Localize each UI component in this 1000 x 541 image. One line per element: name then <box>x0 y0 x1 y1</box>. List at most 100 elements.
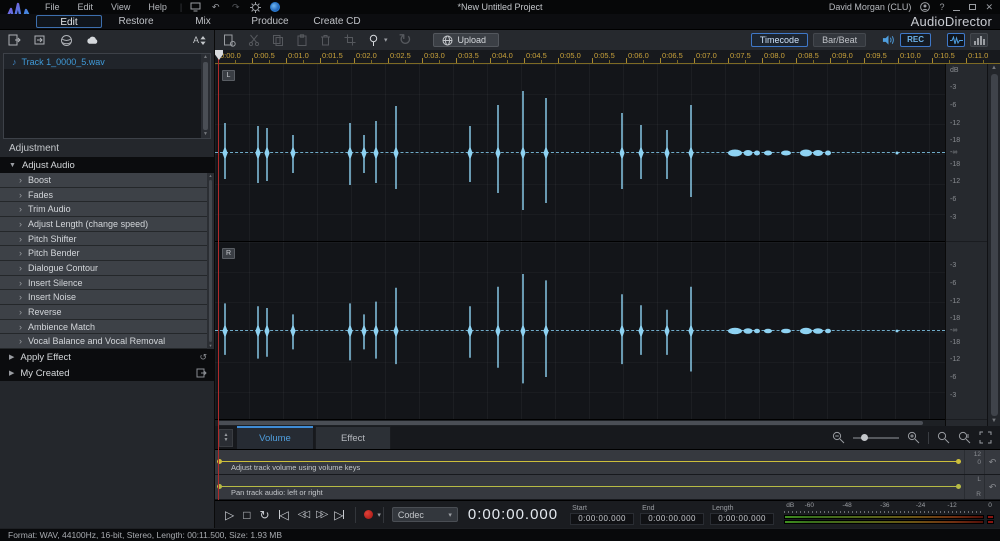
field-value[interactable]: 0:00:00.000 <box>710 513 774 525</box>
horizontal-scrollbar[interactable] <box>215 420 945 426</box>
tab-mix[interactable]: Mix <box>170 15 236 28</box>
import-media-icon[interactable] <box>34 34 47 47</box>
adjust-item-fades[interactable]: ›Fades <box>0 188 214 203</box>
paste-icon[interactable] <box>295 34 308 47</box>
scroll-up-icon[interactable]: ▲ <box>203 54 208 61</box>
zoom-out-icon[interactable] <box>832 431 845 444</box>
preferences-gear-icon[interactable] <box>250 2 261 13</box>
collapse-lanes-button[interactable]: ▲▼ <box>219 429 233 447</box>
cut-icon[interactable] <box>247 34 260 47</box>
adjust-item-insert-noise[interactable]: ›Insert Noise <box>0 290 214 305</box>
restore-button[interactable] <box>969 4 976 10</box>
go-to-start-button[interactable]: ◁ <box>279 509 289 521</box>
adjust-item-dialogue-contour[interactable]: ›Dialogue Contour <box>0 261 214 276</box>
help-button[interactable]: ? <box>939 2 944 12</box>
track-list-item[interactable]: ♪ Track 1_0000_5.wav <box>4 54 201 69</box>
tab-volume[interactable]: Volume <box>237 426 313 449</box>
adjust-item-insert-silence[interactable]: ›Insert Silence <box>0 276 214 291</box>
sort-tracks-icon[interactable]: A <box>193 35 206 45</box>
volume-lane[interactable]: Adjust track volume using volume keys 12… <box>215 450 1000 475</box>
go-to-end-button[interactable]: ▷ <box>334 509 344 521</box>
add-marker-icon[interactable] <box>367 34 380 47</box>
preview-speaker-icon[interactable] <box>882 34 895 47</box>
adjust-item-boost[interactable]: ›Boost <box>0 173 214 188</box>
codec-dropdown[interactable]: Codec ▾ <box>392 507 458 522</box>
field-value[interactable]: 0:00:00.000 <box>640 513 704 525</box>
section-adjust-audio[interactable]: ▼ Adjust Audio <box>0 157 214 173</box>
rewind-button[interactable]: ◁◁ <box>298 510 307 520</box>
zoom-in-icon[interactable] <box>907 431 920 444</box>
zoom-slider[interactable] <box>853 437 899 439</box>
delete-icon[interactable] <box>319 34 332 47</box>
trim-icon[interactable] <box>343 34 356 47</box>
clip-indicators[interactable] <box>987 515 994 525</box>
adjust-list-scrollbar[interactable]: ▲▼ <box>207 173 214 349</box>
minimize-button[interactable] <box>953 10 960 11</box>
pan-keyline[interactable] <box>217 486 961 487</box>
pan-key-end[interactable] <box>956 484 961 489</box>
track-list-scrollbar[interactable]: ▲ ▼ <box>201 54 210 138</box>
scroll-up-icon[interactable]: ▲ <box>991 64 997 73</box>
section-my-created[interactable]: ▶ My Created <box>0 365 214 381</box>
scrollbar-thumb[interactable] <box>203 62 208 130</box>
play-button[interactable]: ▷ <box>225 509 234 521</box>
channel-left[interactable]: L <box>215 64 945 242</box>
timeline-ruler[interactable]: 0:00.00:00.50:01.00:01.50:02.00:02.50:03… <box>215 50 1000 64</box>
record-button[interactable] <box>364 510 373 519</box>
zoom-slider-knob[interactable] <box>861 434 868 441</box>
cloud-icon[interactable] <box>86 34 99 47</box>
scroll-down-icon[interactable]: ▼ <box>203 131 208 138</box>
adjust-item-reverse[interactable]: ›Reverse <box>0 305 214 320</box>
volume-reset-icon[interactable]: ↶ <box>984 450 1000 474</box>
marker-dropdown-caret[interactable]: ▾ <box>384 36 388 44</box>
export-preset-icon[interactable] <box>196 368 207 378</box>
loop-button[interactable]: ↻ <box>259 509 269 521</box>
import-audio-icon[interactable] <box>8 34 21 47</box>
apply-preset-icon[interactable] <box>223 34 236 47</box>
menu-file[interactable]: File <box>36 0 69 14</box>
adjust-item-trim-audio[interactable]: ›Trim Audio <box>0 202 214 217</box>
volume-keyline[interactable] <box>217 461 961 462</box>
upload-button[interactable]: Upload <box>433 33 500 47</box>
tab-create-cd[interactable]: Create CD <box>304 15 370 28</box>
scrollbar-thumb[interactable] <box>218 421 923 425</box>
zoom-fit-icon[interactable] <box>958 431 971 444</box>
fast-forward-button[interactable]: ▷▷ <box>316 510 325 520</box>
spectral-view-button[interactable] <box>970 33 988 47</box>
field-value[interactable]: 0:00:00.000 <box>570 513 634 525</box>
scroll-down-icon[interactable]: ▼ <box>991 417 997 426</box>
rec-button[interactable]: REC <box>900 33 931 47</box>
redo-icon[interactable]: ↷ <box>230 2 241 13</box>
tab-restore[interactable]: Restore <box>103 15 169 28</box>
menu-view[interactable]: View <box>102 0 139 14</box>
convert-channels-icon[interactable]: ↻ <box>399 34 412 47</box>
channel-right[interactable]: R <box>215 242 945 420</box>
record-dropdown-caret[interactable]: ▾ <box>377 511 381 519</box>
adjust-item-pitch-shifter[interactable]: ›Pitch Shifter <box>0 232 214 247</box>
menu-help[interactable]: Help <box>139 0 176 14</box>
adjust-item-vocal-balance-and-vocal-removal[interactable]: ›Vocal Balance and Vocal Removal <box>0 334 214 349</box>
tab-effect[interactable]: Effect <box>315 426 391 449</box>
user-avatar-icon[interactable] <box>920 2 930 12</box>
pan-reset-icon[interactable]: ↶ <box>984 475 1000 499</box>
tab-edit[interactable]: Edit <box>36 15 102 28</box>
vertical-scrollbar[interactable]: ▲ ▼ <box>987 64 1000 426</box>
pan-lane[interactable]: Pan track audio: left or right L R ↶ <box>215 475 1000 500</box>
undo-icon[interactable]: ↶ <box>210 2 221 13</box>
volume-key-end[interactable] <box>956 459 961 464</box>
adjust-item-pitch-bender[interactable]: ›Pitch Bender <box>0 246 214 261</box>
adjust-item-ambience-match[interactable]: ›Ambience Match <box>0 320 214 335</box>
reset-effect-icon[interactable]: ↺ <box>199 352 207 363</box>
waveform-view-button[interactable] <box>947 33 965 47</box>
scrollbar-thumb[interactable] <box>209 180 212 342</box>
cyberlink-app-icon[interactable] <box>270 2 280 12</box>
display-mode-icon[interactable] <box>190 2 201 13</box>
menu-edit[interactable]: Edit <box>69 0 103 14</box>
section-apply-effect[interactable]: ▶ Apply Effect ↺ <box>0 349 214 365</box>
close-button[interactable]: ✕ <box>985 2 993 12</box>
download-sound-clips-icon[interactable] <box>60 34 73 47</box>
timecode-toggle[interactable]: Timecode <box>751 33 808 47</box>
zoom-to-selection-icon[interactable] <box>937 431 950 444</box>
copy-icon[interactable] <box>271 34 284 47</box>
scroll-up-icon[interactable]: ▲ <box>209 173 213 179</box>
